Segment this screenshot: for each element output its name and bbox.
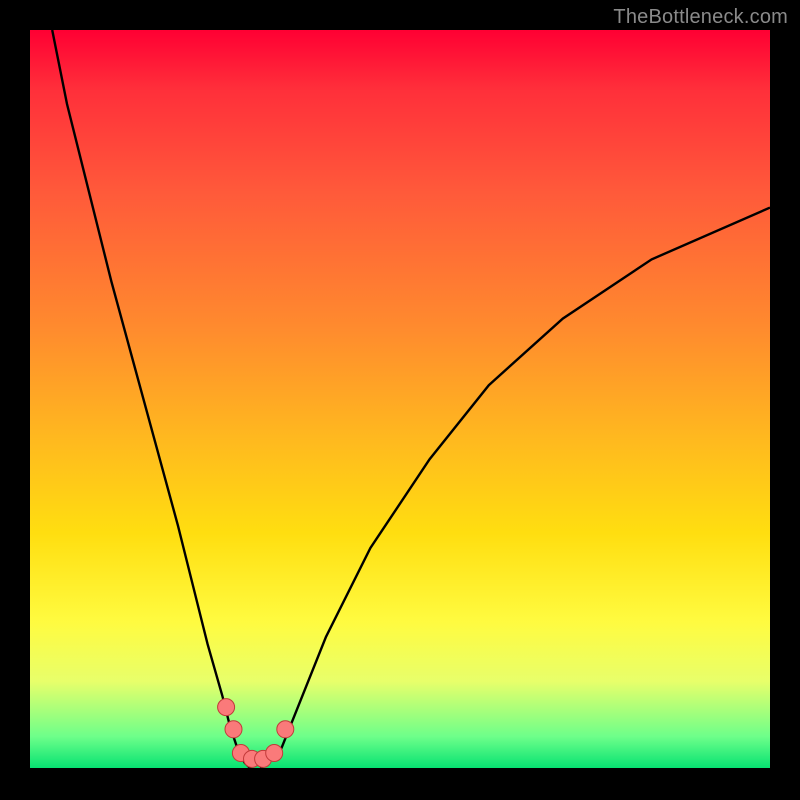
bottleneck-curve [52,30,770,770]
axis-x [30,768,770,770]
curve-marker [277,721,294,738]
curve-markers [218,699,294,768]
curve-marker [266,745,283,762]
curve-marker [218,699,235,716]
curve-marker [225,721,242,738]
watermark: TheBottleneck.com [613,6,788,29]
chart-frame: TheBottleneck.com [0,0,800,800]
bottleneck-curve-svg [30,30,770,770]
plot-area [30,30,770,770]
axis-y [28,30,30,770]
